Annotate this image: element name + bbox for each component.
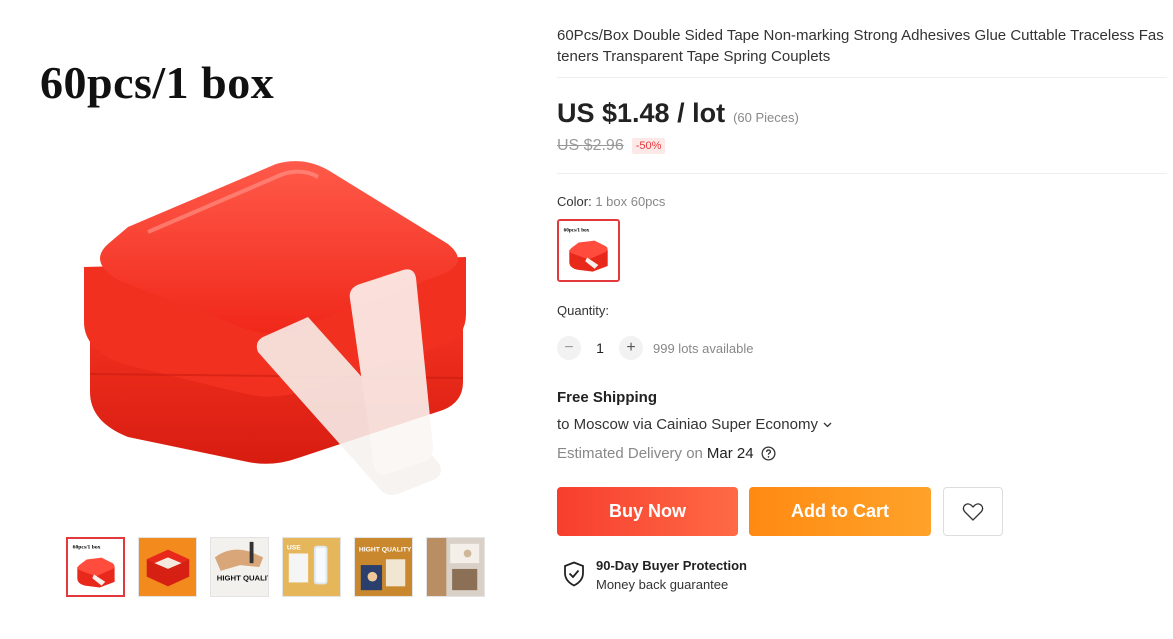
thumbnail-strip: 60pcs/1 box HIGHT QUALITY USE: [66, 537, 485, 597]
main-product-image[interactable]: 60pcs/1 box: [18, 22, 508, 522]
thumbnail-4[interactable]: USE: [282, 537, 341, 597]
estimated-delivery: Estimated Delivery on Mar 24: [557, 445, 776, 462]
red-box-illustration: [84, 161, 466, 496]
buyer-protection: 90-Day Buyer Protection Money back guara…: [563, 557, 747, 595]
thumb-red-box-icon: 60pcs/1 box: [68, 539, 123, 595]
color-label: Color:: [557, 194, 592, 209]
shipping-route-selector[interactable]: to Moscow via Cainiao Super Economy: [557, 416, 832, 433]
color-value: 1 box 60pcs: [595, 194, 666, 209]
shipping-title: Free Shipping: [557, 389, 658, 406]
protection-title: 90-Day Buyer Protection: [596, 558, 747, 573]
help-icon[interactable]: [761, 446, 776, 461]
quantity-stepper: − + 999 lots available: [557, 336, 753, 360]
protection-subtitle: Money back guarantee: [596, 577, 729, 592]
discount-badge: -50%: [631, 138, 666, 154]
estimated-delivery-date: Mar 24: [706, 445, 754, 462]
thumbnail-2[interactable]: [138, 537, 197, 597]
original-price: US $2.96: [557, 137, 624, 154]
current-price: US $1.48 / lot: [557, 98, 726, 128]
title-divider: [557, 77, 1167, 78]
price-divider: [557, 173, 1167, 174]
thumb-hand-demo-icon: HIGHT QUALITY: [211, 538, 268, 596]
shipping-route-text: to Moscow via Cainiao Super Economy: [557, 416, 818, 433]
thumb-open-box-icon: [139, 538, 196, 596]
thumbnail-3[interactable]: HIGHT QUALITY: [210, 537, 269, 597]
thumb-tape-roll-icon: USE: [283, 538, 340, 596]
product-title: 60Pcs/Box Double Sided Tape Non-marking …: [557, 27, 1164, 65]
thumb-caption: HIGHT QUALITY: [359, 547, 412, 554]
quantity-decrease-button[interactable]: −: [557, 336, 581, 360]
swatch-red-box-icon: 60pcs/1 box: [559, 221, 618, 280]
quantity-label: Quantity:: [557, 303, 610, 318]
pieces-count: (60 Pieces): [733, 110, 799, 125]
quantity-input[interactable]: [581, 340, 619, 356]
quantity-increase-button[interactable]: +: [619, 336, 643, 360]
color-swatch-1-box-60pcs[interactable]: 60pcs/1 box: [557, 219, 620, 282]
original-price-row: US $2.96 -50%: [557, 137, 666, 155]
heart-icon: [962, 502, 984, 521]
estimated-delivery-label: Estimated Delivery on: [557, 445, 703, 462]
stock-available: 999 lots available: [653, 340, 754, 356]
buy-now-button[interactable]: Buy Now: [557, 487, 738, 536]
thumb-caption: HIGHT QUALITY: [217, 574, 268, 583]
price-row: US $1.48 / lot (60 Pieces): [557, 98, 799, 129]
swatch-caption: 60pcs/1 box: [564, 227, 590, 233]
thumb-caption: USE: [287, 545, 301, 552]
color-label-row: Color: 1 box 60pcs: [557, 194, 665, 209]
thumbnail-5[interactable]: HIGHT QUALITY: [354, 537, 413, 597]
add-to-cart-button[interactable]: Add to Cart: [749, 487, 931, 536]
chevron-down-icon: [823, 422, 832, 427]
thumb-room-scene-icon: [427, 538, 484, 596]
thumb-application-icon: HIGHT QUALITY: [355, 538, 412, 596]
thumbnail-6[interactable]: [426, 537, 485, 597]
thumb-caption: 60pcs/1 box: [73, 544, 101, 550]
shield-check-icon: [564, 561, 584, 587]
wishlist-button[interactable]: [943, 487, 1003, 536]
thumbnail-1[interactable]: 60pcs/1 box: [66, 537, 125, 597]
